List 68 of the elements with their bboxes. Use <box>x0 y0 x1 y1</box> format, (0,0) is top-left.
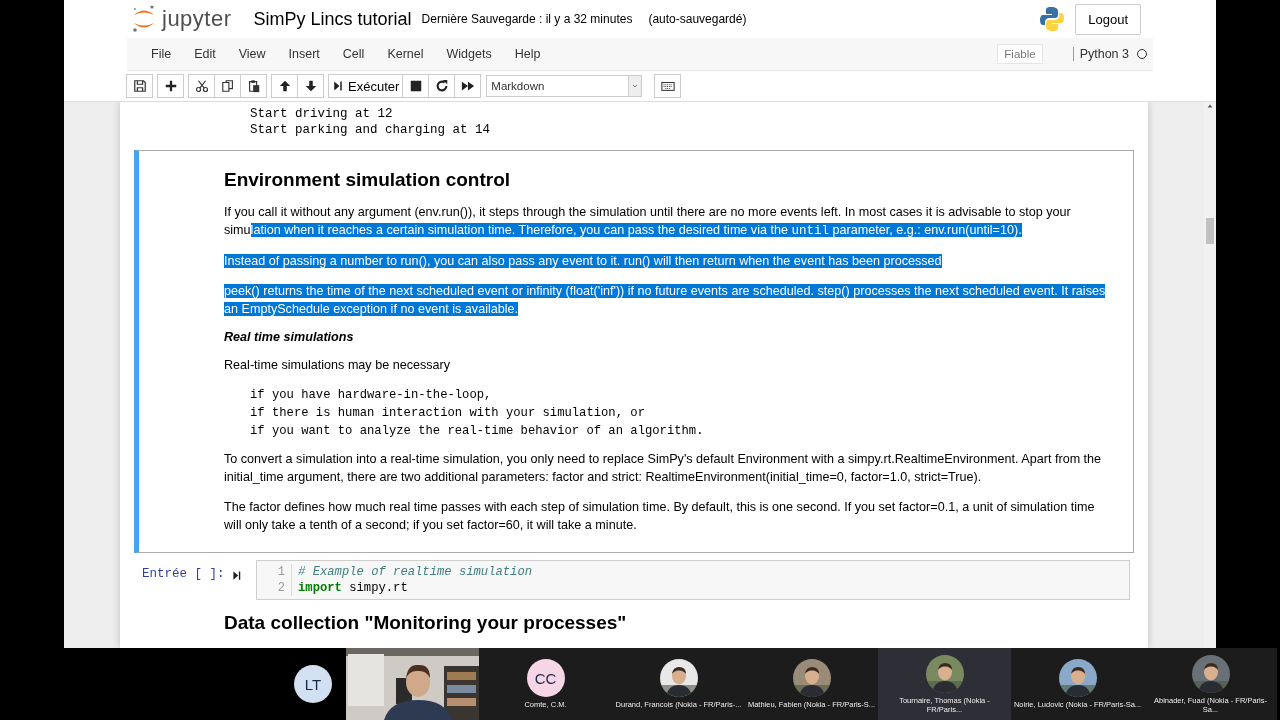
kernel-name: Python 3 <box>1072 47 1129 61</box>
restart-icon <box>434 79 449 93</box>
cell-type-dropdown[interactable]: Markdown <box>486 75 643 97</box>
arrow-up-icon <box>277 79 292 93</box>
stop-icon <box>408 79 423 93</box>
code-line: # Example of realtime simulation <box>298 564 533 580</box>
python-logo-icon <box>1039 6 1066 32</box>
keyboard-shortcuts-button[interactable] <box>654 74 682 98</box>
fast-forward-icon <box>460 79 475 93</box>
code-line: if you have hardware-in-the-loop, <box>250 387 493 404</box>
paragraph: The factor defines how much real time passes with each step of simulation time. By default, this is one second. If you set factor=0.1, a unit of simulation time will only take a tenth of a second; if you set factor=60, it will take a minute. <box>224 499 1096 534</box>
menu-item[interactable]: Widgets <box>436 47 505 61</box>
cut-icon <box>194 79 209 93</box>
copy-icon <box>220 79 235 93</box>
subheading: Real time simulations <box>224 330 355 344</box>
copy-button[interactable] <box>214 74 241 98</box>
menu-item[interactable]: View <box>228 47 279 61</box>
menu-item[interactable]: Kernel <box>377 47 437 61</box>
caret-icon <box>631 82 640 90</box>
paragraph: Real-time simulations may be necessary <box>224 357 452 374</box>
menu-item[interactable]: Insert <box>278 47 333 61</box>
code-line: import simpy.rt <box>298 580 409 596</box>
scroll-up-icon <box>1206 102 1214 110</box>
move-up-button[interactable] <box>271 74 298 98</box>
restart-button[interactable] <box>428 74 456 98</box>
run-button[interactable]: Exécuter <box>328 74 404 98</box>
paragraph: Instead of passing a number to run(), you can also pass any event to it. run() will then return when the event has been processed <box>224 253 943 270</box>
plus-icon <box>163 79 178 93</box>
paragraph: peek() returns the time of the next scheduled event or infinity (float('inf')) if no future events are scheduled. step() processes the next scheduled event. It raises an EmptySchedule exception if no event is available. <box>224 283 1107 318</box>
run-all-button[interactable] <box>454 74 482 98</box>
avatar: CC <box>526 659 565 697</box>
insert-cell-button[interactable] <box>157 74 184 98</box>
code-editor[interactable]: 1 2 # Example of realtime simulation import simpy.rt <box>256 560 1130 600</box>
menu-item[interactable]: File <box>141 47 185 61</box>
cut-button[interactable] <box>188 74 215 98</box>
section-heading: Data collection "Monitoring your processes" <box>224 612 628 634</box>
save-icon <box>132 79 147 93</box>
paragraph: To convert a simulation into a real-time simulation, you only need to replace SimPy's default Environment with a simpy.rt.RealtimeEnvironment. Apart from the initial_time argument, there are two additional parameters: factor and strict: RealtimeEnvironment(initial_time=0, factor=1.0, strict=True). <box>224 451 1103 486</box>
avatar: LT <box>294 665 332 703</box>
markdown-cell[interactable] <box>134 150 1134 553</box>
notebook-title[interactable]: SimPy Lincs tutorial <box>253 8 412 30</box>
run-cell-icon <box>232 569 243 582</box>
move-down-button[interactable] <box>297 74 324 98</box>
menu-item[interactable]: Help <box>504 47 554 61</box>
output-line: Start parking and charging at 14 <box>250 122 492 138</box>
step-icon <box>332 79 344 93</box>
arrow-down-icon <box>303 79 318 93</box>
logout-button[interactable]: Logout <box>1075 3 1141 35</box>
stop-button[interactable] <box>402 74 430 98</box>
save-button[interactable] <box>126 74 153 98</box>
logo-text: jupyter <box>162 6 232 32</box>
paste-icon <box>246 79 261 93</box>
paste-button[interactable] <box>240 74 267 98</box>
trusted-indicator[interactable]: Fiable <box>997 44 1043 64</box>
output-line: Start driving at 12 <box>250 107 394 123</box>
code-line: if there is human interaction with your simulation, or <box>250 405 646 422</box>
code-line: if you want to analyze the real-time behavior of an algorithm. <box>250 423 705 440</box>
section-heading: Environment simulation control <box>224 169 512 191</box>
scrollbar-thumb[interactable] <box>1206 218 1214 244</box>
paragraph: If you call it without any argument (env.run()), it steps through the simulation until there are no more events left. In most cases it is advisable to stop your simulation when it reaches a certain simulation time. Therefore, you can pass the desired time via the until parameter, e.g.: env.run(until=10). <box>224 204 1072 240</box>
checkpoint-status: Dernière Sauvegarde : il y a 32 minutes <box>421 12 633 26</box>
line-number: 1 <box>276 564 285 580</box>
keyboard-icon <box>660 79 675 93</box>
line-number: 2 <box>276 580 285 596</box>
autosave-status: (auto-sauvegardé) <box>648 12 747 26</box>
menu-item[interactable]: Edit <box>184 47 229 61</box>
input-prompt: Entrée [ ]: <box>142 566 226 581</box>
menu-item[interactable]: Cell <box>332 47 378 61</box>
